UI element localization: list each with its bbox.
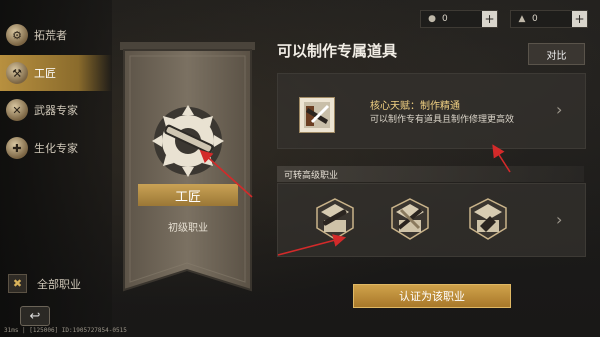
sidebar-item-label: 武器专家 bbox=[34, 104, 78, 117]
biochem-expert-icon: ✚ bbox=[6, 137, 28, 159]
advanced-job-wrench-icon[interactable] bbox=[312, 196, 358, 242]
sidebar-item-label: 工匠 bbox=[34, 67, 56, 80]
profession-tier: 初级职业 bbox=[168, 223, 208, 234]
coin-icon: ● bbox=[428, 14, 436, 24]
certify-profession-button[interactable]: 认证为该职业 bbox=[353, 284, 511, 308]
coin-value: 0 bbox=[442, 14, 448, 24]
craftsman-icon: ⚒ bbox=[6, 62, 28, 84]
material-value: 0 bbox=[532, 14, 538, 24]
network-status: 31ms | [125006] ID:1905727854-0515 bbox=[4, 327, 127, 334]
back-arrow-icon: ↩ bbox=[29, 308, 41, 324]
material-icon: ▲ bbox=[518, 14, 526, 24]
talent-name: 核心天赋：制作精通 bbox=[370, 101, 460, 112]
advanced-job-tools-icon[interactable] bbox=[387, 196, 433, 242]
coin-counter: ● 0 + bbox=[420, 10, 498, 28]
sidebar-item-label: 拓荒者 bbox=[34, 29, 67, 42]
sidebar-item-pioneer[interactable]: ⚙ 拓荒者 bbox=[0, 17, 112, 53]
talent-description: 可以制作专有道具且制作修理更高效 bbox=[370, 115, 515, 125]
sidebar-item-biochem-expert[interactable]: ✚ 生化专家 bbox=[0, 130, 112, 166]
add-coin-button[interactable]: + bbox=[482, 11, 497, 27]
compare-button[interactable]: 对比 bbox=[528, 43, 585, 65]
chevron-right-icon[interactable]: › bbox=[556, 210, 562, 229]
sidebar-item-craftsman[interactable]: ⚒ 工匠 bbox=[0, 55, 112, 91]
pioneer-icon: ⚙ bbox=[6, 24, 28, 46]
profession-name: 工匠 bbox=[138, 184, 238, 206]
profession-banner bbox=[120, 42, 255, 322]
chevron-right-icon[interactable]: › bbox=[556, 100, 562, 119]
page-title: 可以制作专属道具 bbox=[277, 42, 398, 60]
advanced-professions-label: 可转高级职业 bbox=[284, 171, 339, 181]
add-material-button[interactable]: + bbox=[572, 11, 587, 27]
tools-icon: ✖ bbox=[8, 274, 27, 293]
sidebar-item-label: 生化专家 bbox=[34, 142, 78, 155]
weapon-expert-icon: ✕ bbox=[6, 99, 28, 121]
talent-icon bbox=[299, 97, 335, 133]
craftsman-emblem-icon bbox=[148, 101, 228, 181]
material-counter: ▲ 0 + bbox=[510, 10, 588, 28]
all-professions-label: 全部职业 bbox=[37, 277, 81, 291]
all-professions-button[interactable]: ✖ 全部职业 bbox=[8, 274, 81, 293]
advanced-job-builder-icon[interactable] bbox=[465, 196, 511, 242]
sidebar-item-weapon-expert[interactable]: ✕ 武器专家 bbox=[0, 92, 112, 128]
back-button[interactable]: ↩ bbox=[20, 306, 50, 326]
